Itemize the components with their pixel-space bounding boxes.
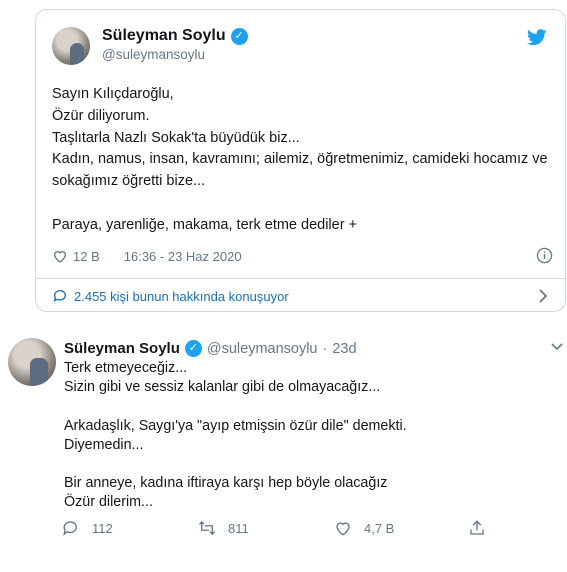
tweet-header: Süleyman Soylu ✓ @suleymansoylu · 23d xyxy=(64,340,357,357)
heart-icon xyxy=(336,522,350,536)
verified-badge-icon: ✓ xyxy=(184,340,202,357)
timeline-tweet[interactable]: Süleyman Soylu ✓ @suleymansoylu · 23d Te… xyxy=(0,322,567,572)
author-name[interactable]: Süleyman Soylu xyxy=(102,27,226,45)
tweet-text: Terk etmeyeceğiz... Sizin gibi ve sessiz… xyxy=(64,360,407,511)
timestamp[interactable]: 16:36 - 23 Haz 2020 xyxy=(124,249,242,264)
retweet-icon xyxy=(199,521,215,535)
like-count[interactable]: 12 B xyxy=(73,249,100,264)
tweet-actions: 112 811 4,7 B xyxy=(62,519,502,539)
share-icon xyxy=(470,520,484,535)
tweet-age[interactable]: 23d xyxy=(332,341,356,357)
speech-bubble-icon xyxy=(53,290,66,302)
divider xyxy=(36,278,565,279)
share-button[interactable] xyxy=(468,519,498,537)
discussion-text[interactable]: 2.455 kişi bunun hakkında konuşuyor xyxy=(74,289,289,304)
avatar[interactable] xyxy=(8,338,56,386)
reply-count: 112 xyxy=(92,520,113,536)
chevron-right-icon[interactable] xyxy=(537,288,549,304)
retweet-button[interactable]: 811 xyxy=(198,519,249,537)
card-header: Süleyman Soylu ✓ @suleymansoylu xyxy=(52,25,551,73)
chevron-down-icon[interactable] xyxy=(551,342,563,352)
embedded-tweet-text: Sayın Kılıçdaroğlu, Özür diliyorum. Taşl… xyxy=(52,86,548,233)
separator-dot: · xyxy=(322,340,328,357)
twitter-bird-icon[interactable] xyxy=(527,29,547,46)
discussion-link[interactable]: 2.455 kişi bunun hakkında konuşuyor xyxy=(52,286,553,306)
avatar[interactable] xyxy=(52,27,90,65)
retweet-count: 811 xyxy=(228,520,249,536)
like-count: 4,7 B xyxy=(364,520,395,536)
info-icon[interactable] xyxy=(536,247,553,264)
like-button[interactable]: 4,7 B xyxy=(334,519,394,537)
embedded-tweet-card[interactable]: Süleyman Soylu ✓ @suleymansoylu Sayın Kı… xyxy=(35,9,566,312)
heart-icon[interactable] xyxy=(52,248,68,264)
reply-icon xyxy=(63,521,77,536)
author-name[interactable]: Süleyman Soylu xyxy=(64,340,180,357)
author-handle[interactable]: @suleymansoylu xyxy=(102,47,248,62)
verified-badge-icon: ✓ xyxy=(230,27,248,45)
author-handle[interactable]: @suleymansoylu xyxy=(207,341,318,357)
reply-button[interactable]: 112 xyxy=(62,519,113,537)
tweet-meta: 12 B 16:36 - 23 Haz 2020 xyxy=(52,246,553,266)
author-block: Süleyman Soylu ✓ @suleymansoylu xyxy=(102,27,248,62)
